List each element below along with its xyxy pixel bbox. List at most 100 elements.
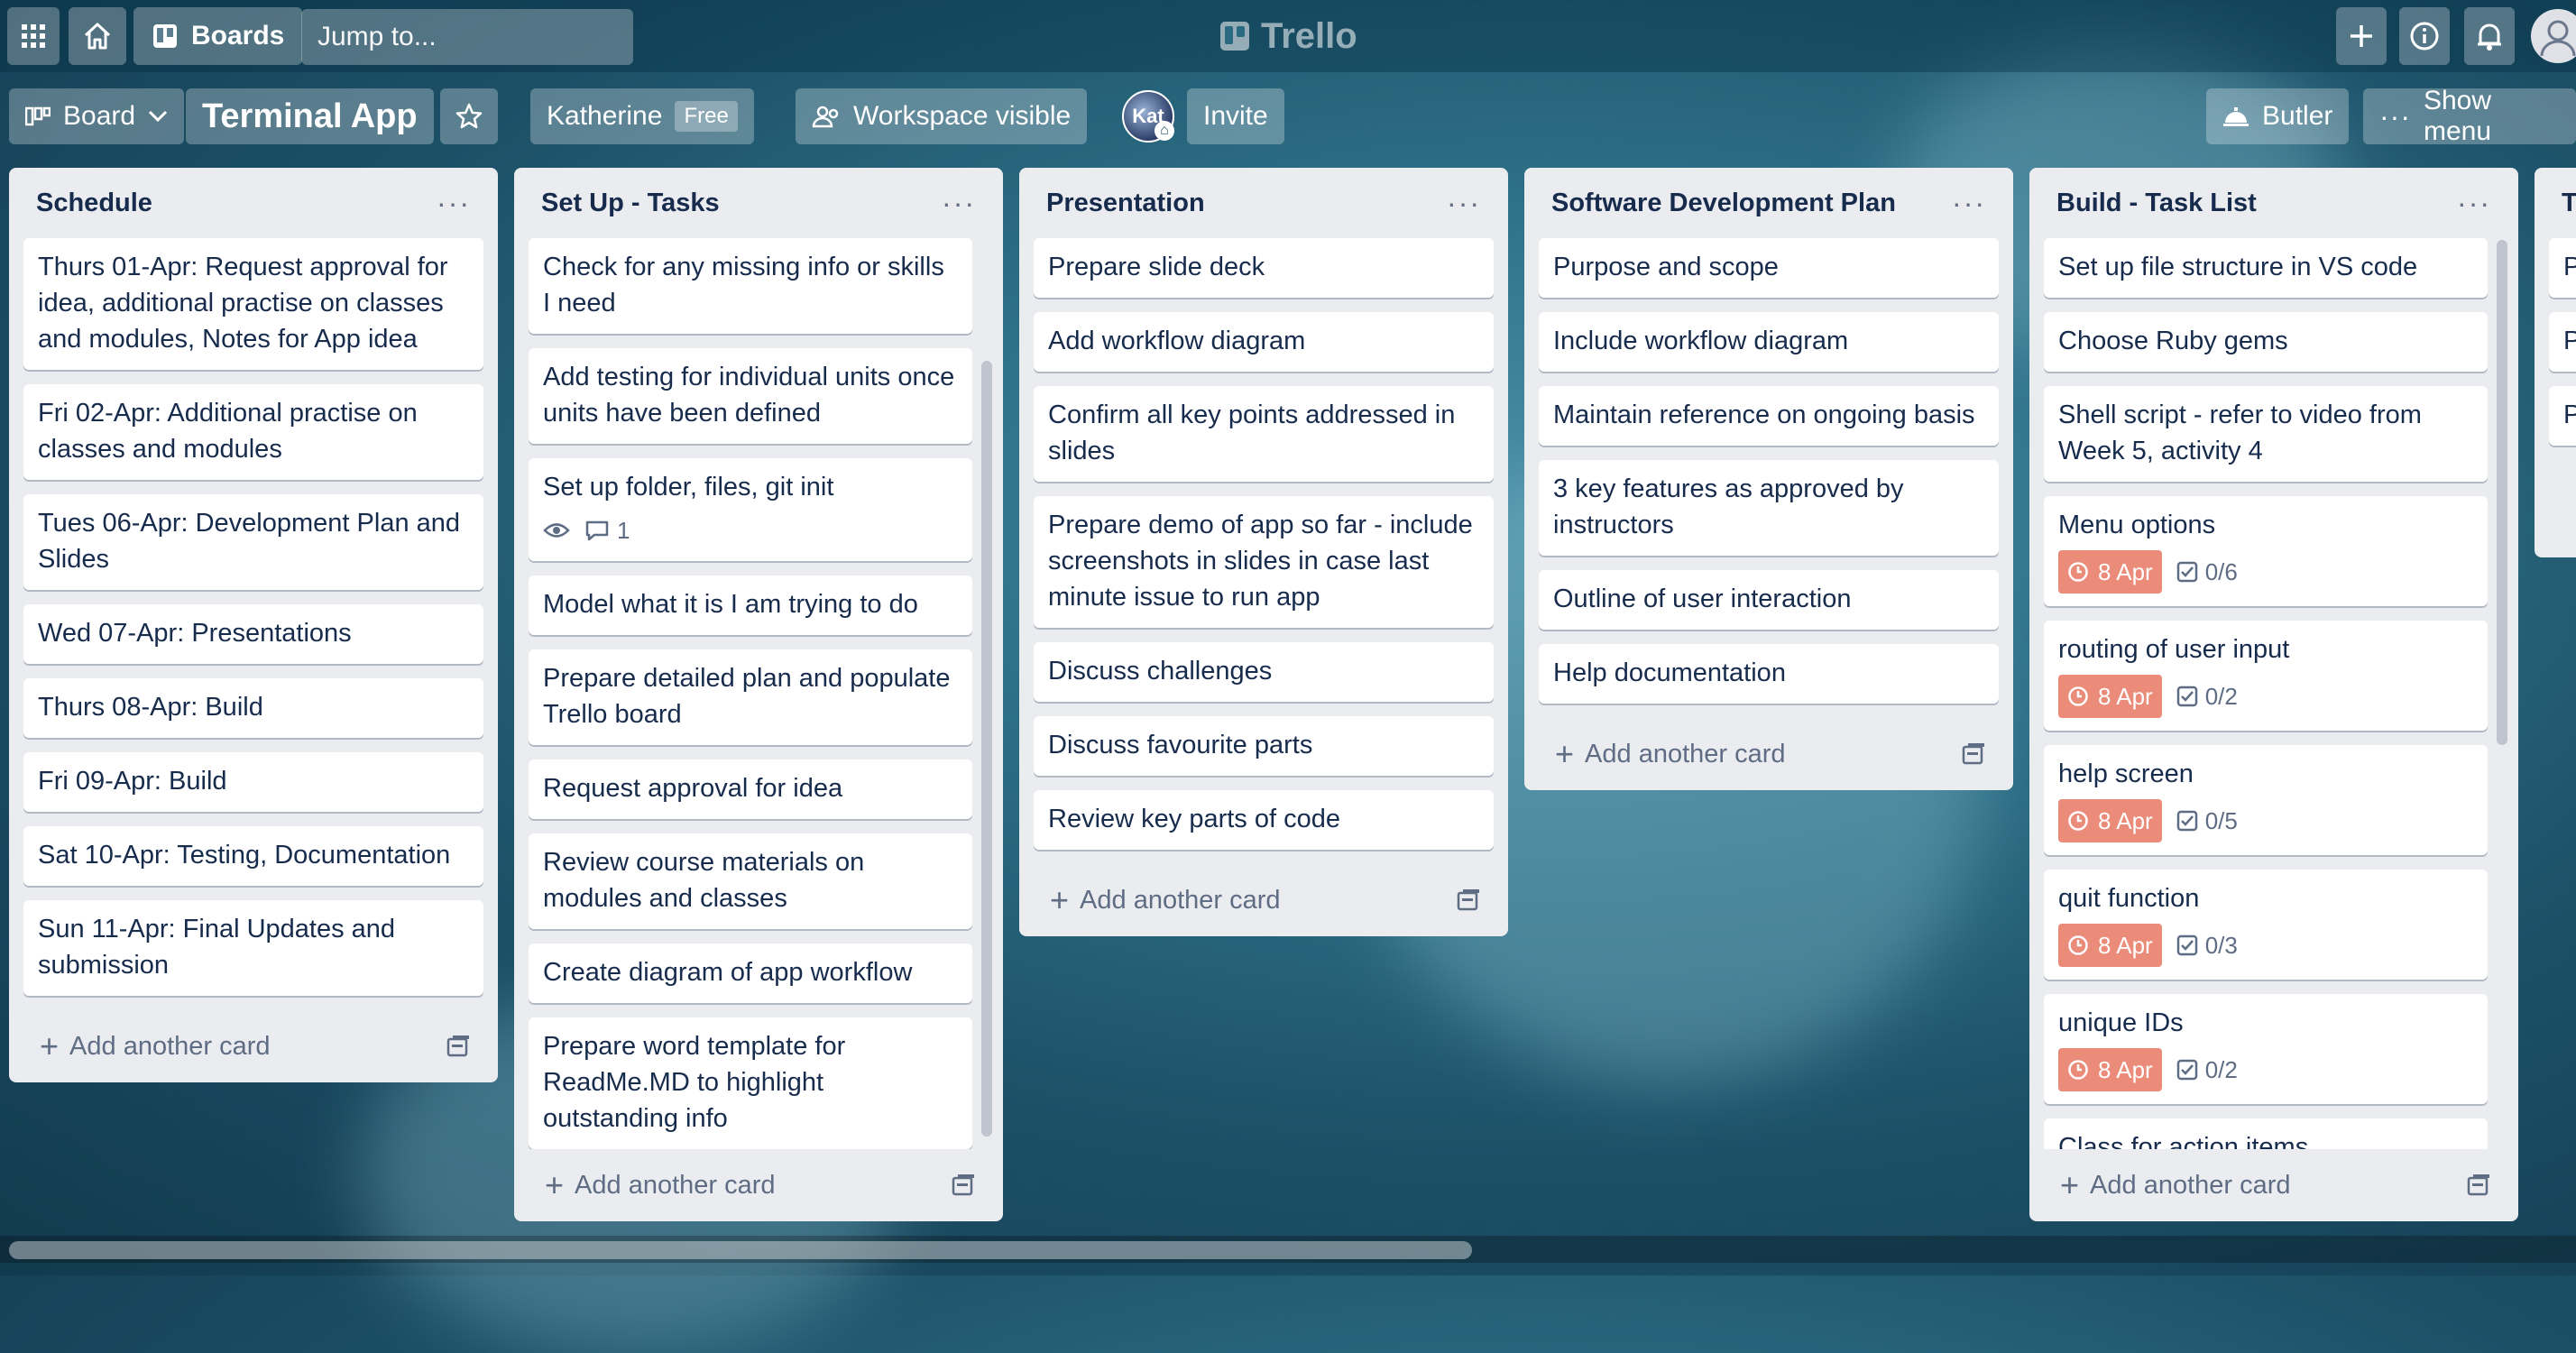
butler-button[interactable]: Butler	[2206, 88, 2350, 144]
card-title: Set up folder, files, git init	[543, 473, 834, 502]
card[interactable]: Confirm all key points addressed in slid…	[1034, 386, 1494, 482]
add-card-label: Add another card	[1585, 739, 1786, 769]
card[interactable]: P te	[2549, 386, 2576, 446]
list-title[interactable]: Build - Task List	[2056, 189, 2257, 218]
card[interactable]: Discuss favourite parts	[1034, 716, 1494, 776]
trello-logo[interactable]: Trello	[1219, 14, 1357, 58]
add-card-button[interactable]: + Add another card	[1555, 735, 1786, 773]
info-button[interactable]	[2399, 7, 2450, 65]
card[interactable]: unique IDs 8 Apr 0/2	[2044, 994, 2488, 1104]
card[interactable]: Purpose and scope	[1539, 238, 1999, 298]
apps-grid-icon	[22, 24, 45, 48]
card[interactable]: Sat 10-Apr: Testing, Documentation	[23, 826, 483, 886]
card[interactable]: help screen 8 Apr 0/5	[2044, 745, 2488, 855]
star-board-button[interactable]	[440, 88, 498, 144]
top-nav: Boards Trello	[0, 0, 2576, 72]
invite-button[interactable]: Invite	[1187, 88, 1284, 144]
list-menu-icon[interactable]: ···	[942, 189, 976, 217]
card[interactable]: Add workflow diagram	[1034, 312, 1494, 372]
card[interactable]: Choose Ruby gems	[2044, 312, 2488, 372]
list-title[interactable]: Presentation	[1046, 189, 1205, 218]
list-scrollbar[interactable]	[981, 361, 992, 1137]
card[interactable]: Sun 11-Apr: Final Updates and submission	[23, 900, 483, 996]
home-button[interactable]	[69, 7, 126, 65]
board-title[interactable]: Terminal App	[186, 88, 434, 144]
due-date-badge[interactable]: 8 Apr	[2058, 924, 2162, 967]
card[interactable]: Prepare word template for ReadMe.MD to h…	[529, 1017, 972, 1149]
card[interactable]: Wed 07-Apr: Presentations	[23, 604, 483, 664]
plus-icon	[2351, 25, 2372, 47]
board-scroll-thumb[interactable]	[9, 1241, 1472, 1259]
due-date-badge[interactable]: 8 Apr	[2058, 550, 2162, 594]
butler-icon	[2223, 107, 2249, 126]
visibility-button[interactable]: Workspace visible	[796, 88, 1088, 144]
card[interactable]: Shell script - refer to video from Week …	[2044, 386, 2488, 482]
list-title[interactable]: T	[2562, 189, 2576, 218]
card[interactable]: Set up folder, files, git init 1	[529, 458, 972, 561]
create-from-template-icon[interactable]	[446, 1034, 471, 1059]
card[interactable]: Prepare demo of app so far - include scr…	[1034, 496, 1494, 628]
add-card-button[interactable]: + Add another card	[2060, 1166, 2291, 1204]
jump-to-input[interactable]	[316, 21, 667, 53]
member-avatar-button[interactable]	[2531, 9, 2576, 63]
card[interactable]: P	[2549, 312, 2576, 372]
list-menu-icon[interactable]: ···	[1952, 189, 1986, 217]
jump-to-search[interactable]	[301, 9, 667, 65]
due-date-badge[interactable]: 8 Apr	[2058, 1048, 2162, 1091]
card[interactable]: Menu options 8 Apr 0/6	[2044, 496, 2488, 606]
show-menu-button[interactable]: ··· Show menu	[2363, 86, 2576, 146]
create-from-template-icon[interactable]	[2466, 1173, 2491, 1198]
list-title[interactable]: Software Development Plan	[1551, 189, 1896, 218]
checklist-count: 0/2	[2204, 1056, 2238, 1083]
card[interactable]: Check for any missing info or skills I n…	[529, 238, 972, 334]
create-from-template-icon[interactable]	[1456, 888, 1481, 913]
card[interactable]: quit function 8 Apr 0/3	[2044, 870, 2488, 980]
card[interactable]: Create diagram of app workflow	[529, 943, 972, 1003]
list-menu-icon[interactable]: ···	[1447, 189, 1481, 217]
board-view-label: Board	[63, 101, 136, 131]
due-date-badge[interactable]: 8 Apr	[2058, 675, 2162, 718]
card[interactable]: Add testing for individual units once un…	[529, 348, 972, 444]
card[interactable]: Class for action items	[2044, 1118, 2488, 1149]
list-scrollbar[interactable]	[2497, 240, 2507, 745]
due-date-badge[interactable]: 8 Apr	[2058, 799, 2162, 842]
card[interactable]: Review course materials on modules and c…	[529, 833, 972, 929]
card[interactable]: Help documentation	[1539, 644, 1999, 704]
add-card-button[interactable]: + Add another card	[40, 1027, 271, 1065]
card[interactable]: Model what it is I am trying to do	[529, 575, 972, 635]
card[interactable]: Review key parts of code	[1034, 790, 1494, 850]
create-from-template-icon[interactable]	[1961, 741, 1986, 767]
card[interactable]: routing of user input 8 Apr 0/2	[2044, 621, 2488, 731]
card[interactable]: Prepare slide deck	[1034, 238, 1494, 298]
boards-button[interactable]: Boards	[133, 7, 303, 65]
card[interactable]: Thurs 08-Apr: Build	[23, 678, 483, 738]
trello-logo-icon	[1220, 22, 1249, 51]
apps-grid-button[interactable]	[7, 7, 60, 65]
butler-label: Butler	[2262, 101, 2333, 131]
card[interactable]: Outline of user interaction	[1539, 570, 1999, 630]
board-view-switcher[interactable]: Board	[9, 88, 185, 144]
card[interactable]: Set up file structure in VS code	[2044, 238, 2488, 298]
card[interactable]: Discuss challenges	[1034, 642, 1494, 702]
add-card-button[interactable]: + Add another card	[545, 1166, 776, 1204]
add-card-button[interactable]: + Add another card	[1050, 881, 1281, 919]
create-from-template-icon[interactable]	[951, 1173, 976, 1198]
card[interactable]: Maintain reference on ongoing basis	[1539, 386, 1999, 446]
card[interactable]: Fri 09-Apr: Build	[23, 752, 483, 812]
create-button[interactable]	[2336, 7, 2387, 65]
list-menu-icon[interactable]: ···	[2457, 189, 2491, 217]
notifications-button[interactable]	[2464, 7, 2515, 65]
card[interactable]: 3 key features as approved by instructor…	[1539, 460, 1999, 556]
card[interactable]: P	[2549, 238, 2576, 298]
card[interactable]: Tues 06-Apr: Development Plan and Slides	[23, 494, 483, 590]
card[interactable]: Prepare detailed plan and populate Trell…	[529, 649, 972, 745]
bell-icon	[2478, 23, 2501, 51]
card[interactable]: Request approval for idea	[529, 759, 972, 819]
card[interactable]: Thurs 01-Apr: Request approval for idea,…	[23, 238, 483, 370]
list-title[interactable]: Set Up - Tasks	[541, 189, 720, 218]
card[interactable]: Fri 02-Apr: Additional practise on class…	[23, 384, 483, 480]
card[interactable]: Include workflow diagram	[1539, 312, 1999, 372]
list-menu-icon[interactable]: ···	[437, 189, 471, 217]
workspace-button[interactable]: Katherine Free	[530, 88, 754, 144]
list-title[interactable]: Schedule	[36, 189, 152, 218]
